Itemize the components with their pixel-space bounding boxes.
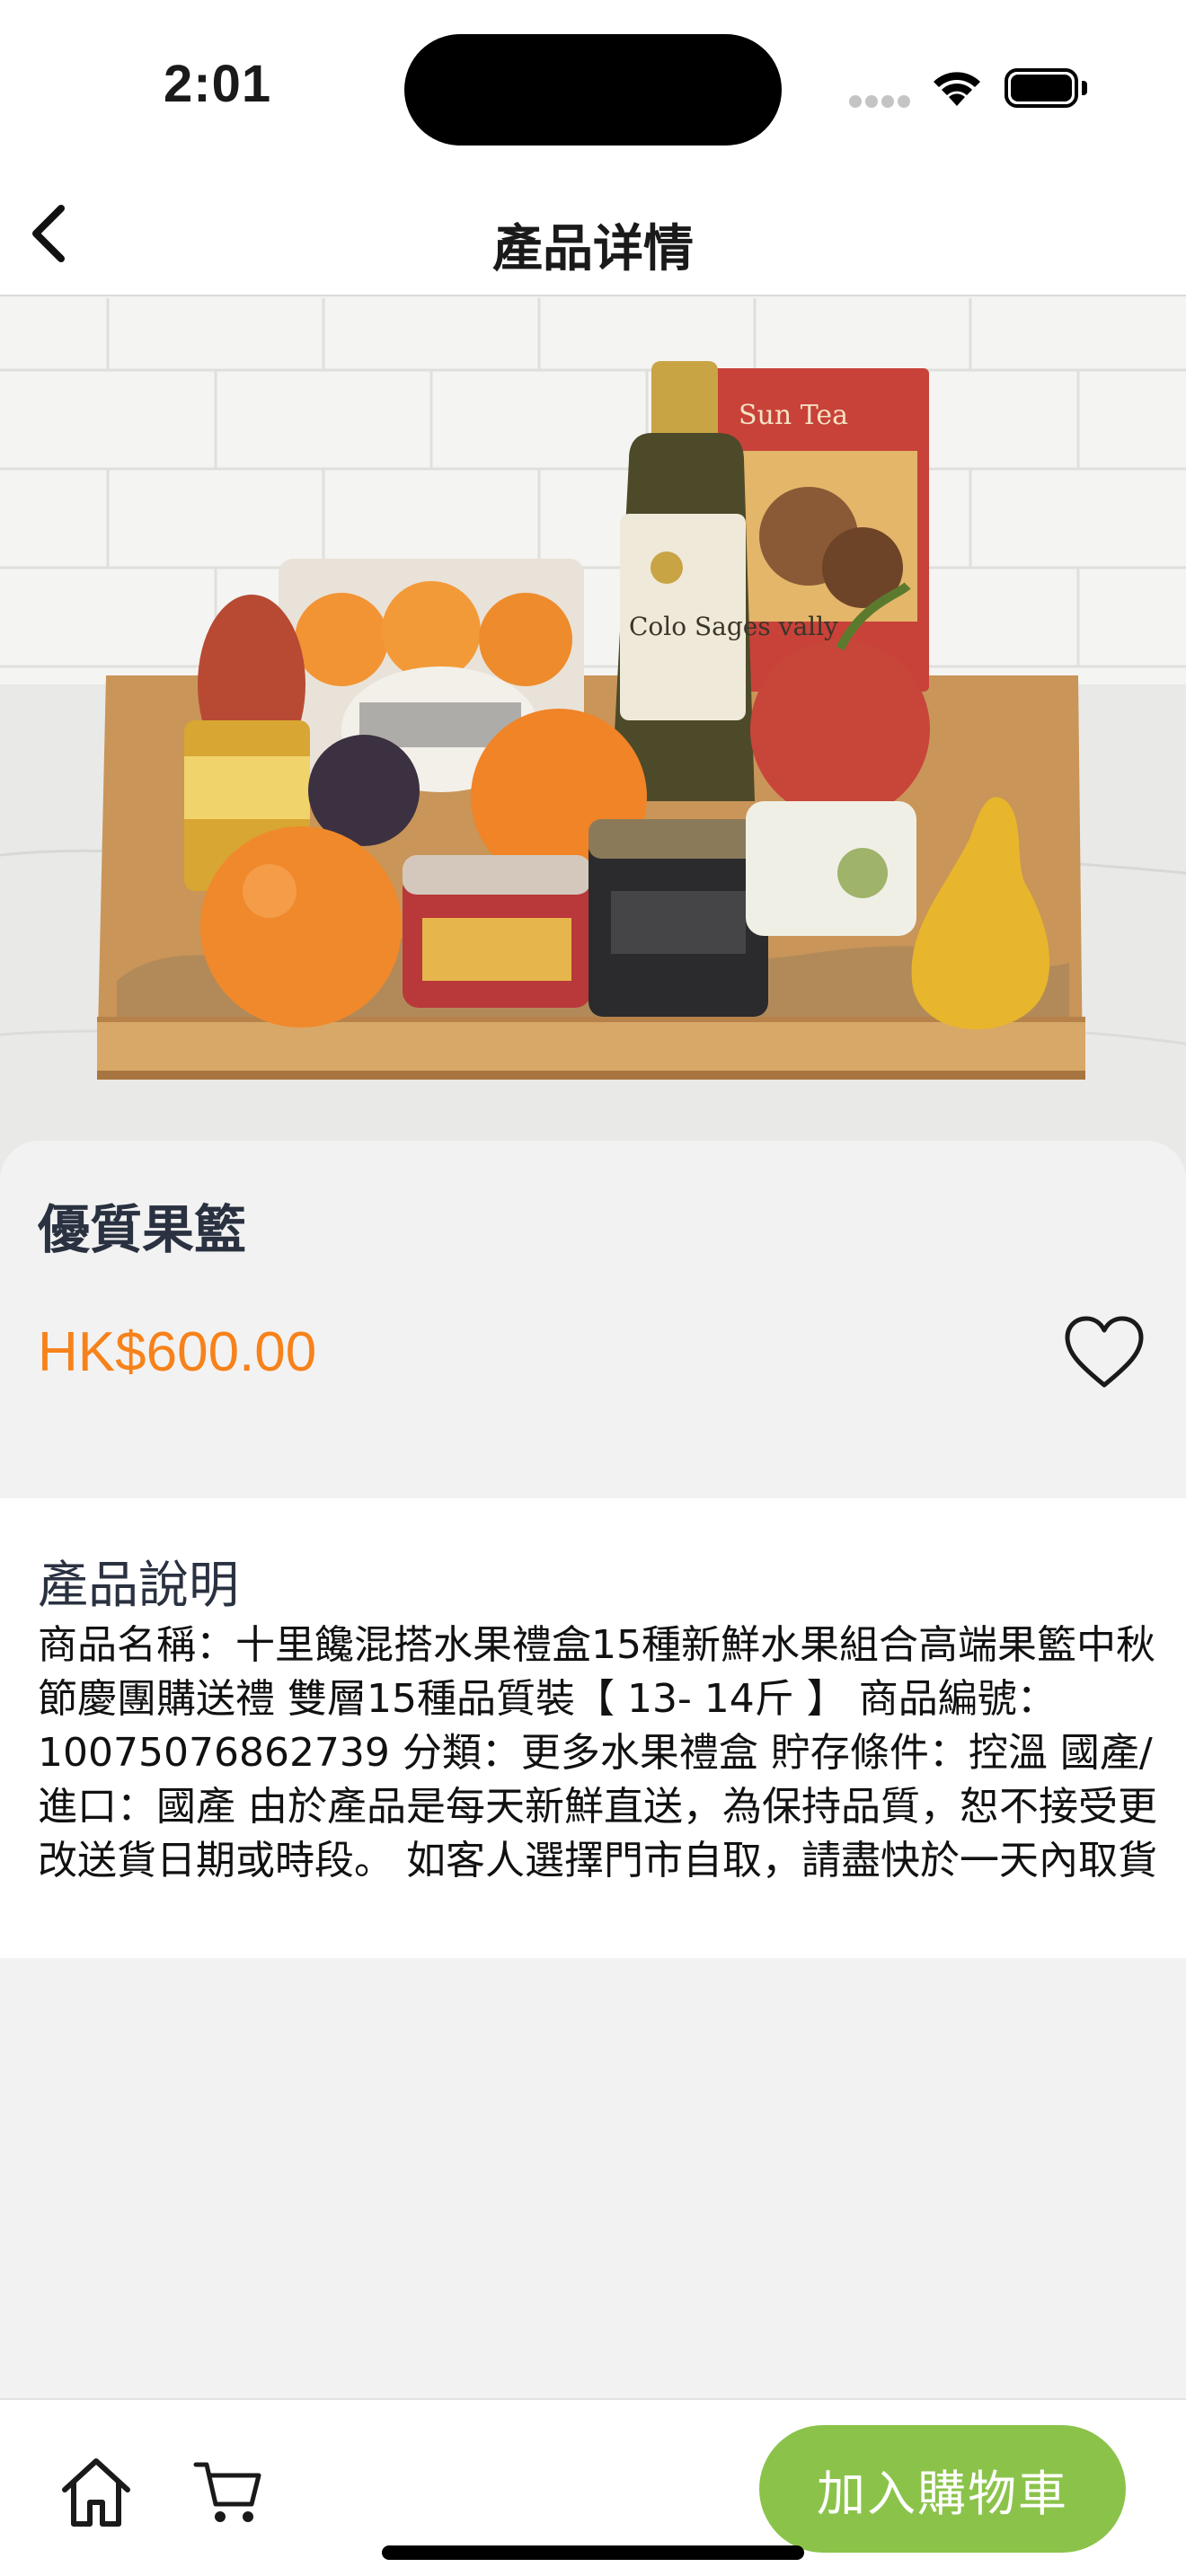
status-bar: 2:01 <box>0 0 1186 171</box>
bottle-label: Colo Sages vally <box>629 612 838 641</box>
home-icon[interactable] <box>58 2454 135 2531</box>
bottom-action-bar: 加入購物車 <box>0 2398 1186 2576</box>
description-title: 產品說明 <box>38 1557 239 1615</box>
page-title: 產品详情 <box>492 220 694 278</box>
navigation-bar: 產品详情 <box>0 171 1186 296</box>
wifi-icon <box>934 72 980 106</box>
product-info-card: 優質果籃 HK$600.00 <box>0 1141 1186 1495</box>
product-description-section: 產品說明 商品名稱：十里饞混搭水果禮盒15種新鮮水果組合高端果籃中秋節慶團購送禮… <box>0 1498 1186 1958</box>
product-detail-screen: 2:01 產品详情 Sun Tea Colo Sages vally 優質果籃 … <box>0 0 1186 2576</box>
home-indicator <box>382 2545 804 2560</box>
cellular-signal-icon <box>849 95 910 110</box>
favorite-heart-icon[interactable] <box>1062 1311 1146 1396</box>
product-image: Sun Tea Colo Sages vally <box>0 298 1186 1178</box>
description-body: 商品名稱：十里饞混搭水果禮盒15種新鮮水果組合高端果籃中秋節慶團購送禮 雙層15… <box>38 1622 1157 1883</box>
product-name: 優質果籃 <box>38 1199 247 1260</box>
product-price: HK$600.00 <box>38 1321 317 1383</box>
battery-icon <box>1005 68 1087 108</box>
status-time: 2:01 <box>164 55 272 113</box>
cart-icon[interactable] <box>192 2456 264 2527</box>
add-to-cart-button[interactable]: 加入購物車 <box>759 2425 1126 2553</box>
dynamic-island <box>404 34 782 146</box>
box-label: Sun Tea <box>739 400 848 431</box>
